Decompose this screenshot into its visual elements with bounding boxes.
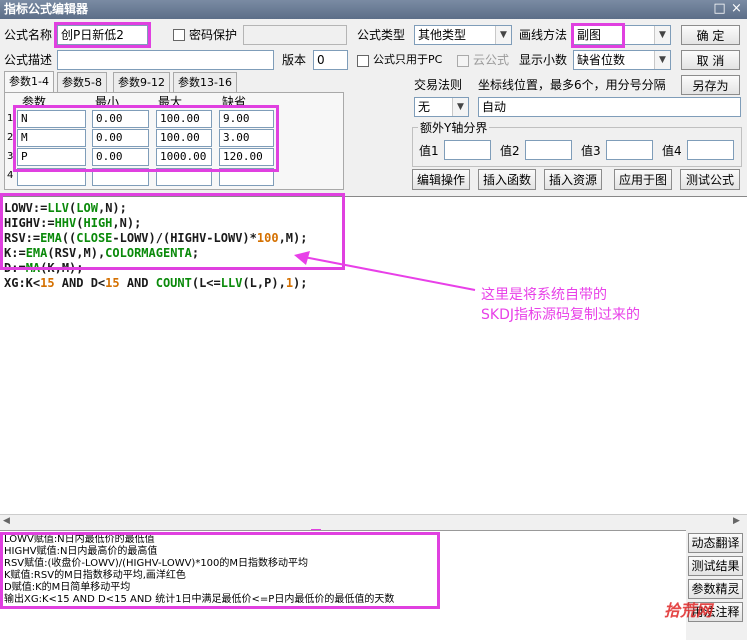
editor-hscrollbar[interactable]: ◀ ▶	[0, 514, 747, 530]
insert-function-button[interactable]: 插入函数	[478, 169, 536, 190]
y-value-4-input[interactable]	[687, 140, 734, 160]
decimals-label: 显示小数	[519, 53, 568, 67]
formula-name-label: 公式名称	[4, 28, 53, 42]
trade-rule-select[interactable]: 无 ▼	[414, 97, 469, 117]
code-token: 15	[40, 276, 55, 290]
trade-rule-label: 交易法则	[414, 78, 463, 92]
draw-method-label: 画线方法	[519, 28, 568, 42]
code-token: (L<=	[191, 276, 221, 290]
code-token: COUNT	[155, 276, 192, 290]
code-token: (L,P),	[242, 276, 286, 290]
close-icon[interactable]: ×	[729, 2, 744, 17]
ok-button[interactable]: 确 定	[681, 25, 740, 45]
tab-params-13-16[interactable]: 参数13-16	[173, 72, 237, 92]
chevron-down-icon[interactable]: ▼	[495, 26, 511, 44]
edit-ops-button[interactable]: 编辑操作	[412, 169, 470, 190]
y-value-4-label: 值4	[662, 144, 682, 158]
y-value-3-input[interactable]	[606, 140, 653, 160]
code-line[interactable]: XG:K<15 AND D<15 AND COUNT(L<=LLV(L,P),1…	[4, 276, 308, 291]
pc-only-label: 公式只用于PC	[373, 53, 443, 66]
formula-name-input[interactable]: 创P日新低2	[57, 25, 148, 45]
watermark-logo: 拾荒网	[664, 601, 713, 620]
axis-lines-label: 坐标线位置，最多6个，用分号分隔	[478, 78, 666, 92]
pc-only-checkbox[interactable]	[357, 55, 369, 67]
window-titlebar: 指标公式编辑器	[0, 0, 747, 19]
insert-resource-button[interactable]: 插入资源	[544, 169, 602, 190]
axis-lines-input[interactable]: 自动	[478, 97, 741, 117]
code-token: LLV	[220, 276, 243, 290]
cloud-label: 云公式	[473, 53, 510, 67]
test-result-button[interactable]: 测试结果	[688, 556, 743, 576]
apply-to-chart-button[interactable]: 应用于图	[614, 169, 672, 190]
password-input	[243, 25, 347, 45]
code-token: AND	[119, 276, 156, 290]
chevron-down-icon[interactable]: ▼	[452, 98, 468, 116]
y-value-1-input[interactable]	[444, 140, 491, 160]
password-label: 密码保护	[189, 28, 238, 42]
tab-params-1-4[interactable]: 参数1-4	[4, 71, 54, 92]
draw-highlight-box	[571, 23, 625, 48]
y-value-2-label: 值2	[500, 144, 520, 158]
dynamic-translate-button[interactable]: 动态翻译	[688, 533, 743, 553]
formula-type-label: 公式类型	[357, 28, 406, 42]
y-value-2-input[interactable]	[525, 140, 572, 160]
window-title: 指标公式编辑器	[4, 2, 89, 16]
trade-rule-value: 无	[418, 100, 431, 114]
scroll-left-icon[interactable]: ◀	[3, 516, 10, 526]
chevron-down-icon[interactable]: ▼	[654, 26, 670, 44]
annotation-line-1: 这里是将系统自带的	[481, 287, 607, 303]
code-token: AND D<	[54, 276, 106, 290]
test-formula-button[interactable]: 测试公式	[680, 169, 740, 190]
output-highlight-box	[0, 532, 440, 609]
save-as-button[interactable]: 另存为	[681, 75, 740, 95]
version-label: 版本	[282, 53, 307, 67]
chevron-down-icon[interactable]: ▼	[654, 51, 670, 69]
formula-desc-label: 公式描述	[4, 53, 53, 67]
scroll-right-icon[interactable]: ▶	[733, 516, 740, 526]
annotation-line-2: SKDJ指标源码复制过来的	[481, 307, 640, 323]
formula-type-value: 其他类型	[418, 28, 467, 42]
tab-params-5-8[interactable]: 参数5-8	[57, 72, 107, 92]
annotation-arrow	[294, 251, 476, 291]
decimals-select[interactable]: 缺省位数 ▼	[573, 50, 671, 70]
y-axis-group-label: 额外Y轴分界	[418, 118, 490, 138]
password-checkbox[interactable]	[173, 29, 185, 41]
tab-params-9-12[interactable]: 参数9-12	[113, 72, 170, 92]
code-token: XG:K<	[4, 276, 41, 290]
cancel-button[interactable]: 取 消	[681, 50, 740, 70]
code-token: 15	[105, 276, 120, 290]
decimals-value: 缺省位数	[577, 53, 626, 67]
cloud-checkbox	[457, 55, 469, 67]
formula-desc-input[interactable]	[57, 50, 274, 70]
version-input[interactable]: 0	[313, 50, 348, 70]
y-value-1-label: 值1	[419, 144, 439, 158]
param-wizard-button[interactable]: 参数精灵	[688, 579, 743, 599]
y-value-3-label: 值3	[581, 144, 601, 158]
restore-icon[interactable]: □	[712, 2, 727, 17]
params-highlight-box	[13, 105, 279, 172]
formula-type-select[interactable]: 其他类型 ▼	[414, 25, 512, 45]
